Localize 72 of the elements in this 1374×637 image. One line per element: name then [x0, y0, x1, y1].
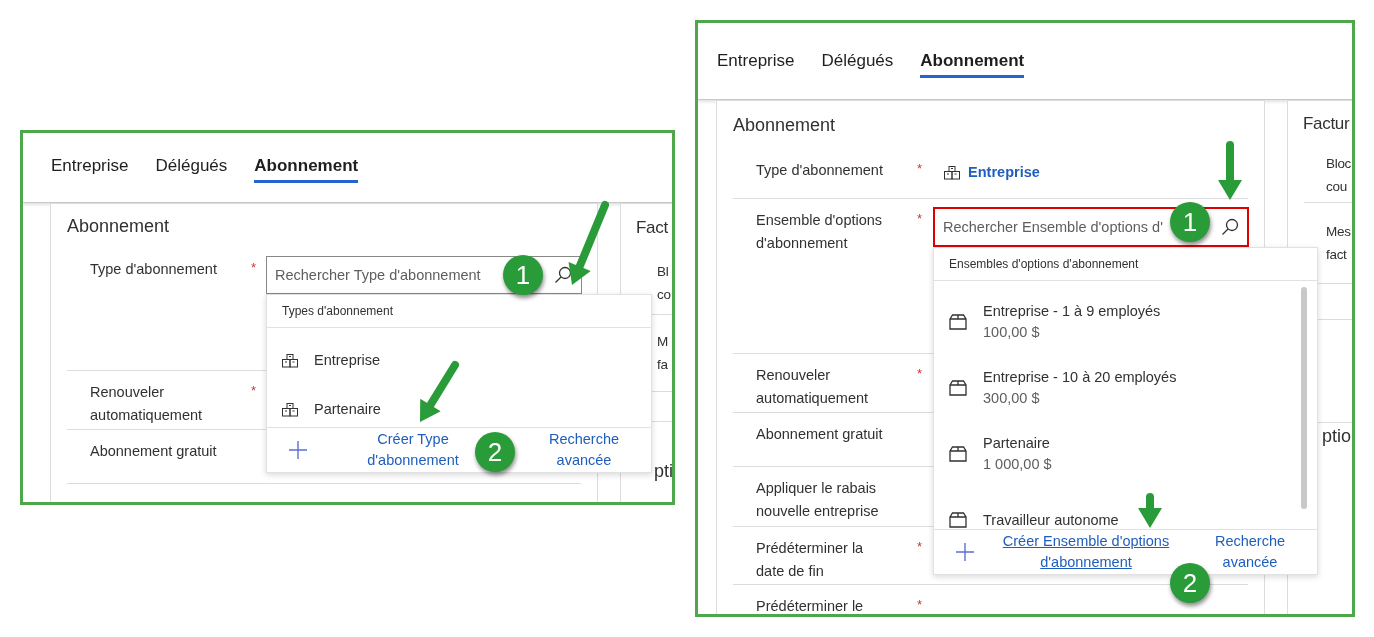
field-label: co	[657, 286, 672, 304]
required-marker: *	[917, 538, 923, 556]
field-label: Abonnement gratuit	[756, 425, 884, 444]
field-label: Appliquer le rabais nouvelle entreprise	[756, 479, 880, 521]
search-icon[interactable]	[1221, 218, 1239, 236]
option-name: Travailleur autonome	[983, 510, 1119, 529]
option-name: Entreprise - 1 à 9 employés	[983, 302, 1161, 321]
required-marker: *	[251, 382, 257, 400]
scrollbar-thumb[interactable]	[1301, 287, 1307, 509]
boxes-icon	[282, 353, 298, 368]
tab[interactable]: Abonnement	[254, 151, 359, 183]
tab[interactable]: Délégués	[155, 151, 228, 183]
boxes-icon	[282, 402, 298, 417]
option-name: Entreprise - 10 à 20 employés	[983, 368, 1177, 387]
option-price: 300,00 $	[983, 389, 1041, 408]
tab[interactable]: Abonnement	[920, 46, 1025, 78]
lookup-option[interactable]: Entreprise - 10 à 20 employés 300,00 $	[934, 355, 1317, 421]
field-label: Renouveler automatiquement	[756, 366, 870, 408]
search-icon[interactable]	[554, 266, 572, 284]
option-name: Partenaire	[314, 400, 381, 419]
required-marker: *	[917, 596, 923, 614]
dropdown-header: Ensembles d'options d'abonnement	[949, 256, 1139, 273]
field-label: Abonnement gratuit	[90, 442, 218, 461]
field-label: Prédéterminer le	[756, 597, 865, 614]
option-price: 100,00 $	[983, 323, 1041, 342]
field-label: Bl	[657, 263, 670, 281]
section-title: Abonnement	[733, 113, 836, 137]
package-icon	[949, 446, 967, 462]
field-label: Mes	[1326, 223, 1352, 241]
tab[interactable]: Entreprise	[717, 46, 795, 78]
field-label: fact	[1326, 246, 1348, 264]
pointer-arrow	[1138, 493, 1162, 528]
field-label: Ensemble d'options d'abonnement	[756, 211, 884, 253]
section-title: Fact	[636, 217, 668, 240]
option-price: 1 000,00 $	[983, 455, 1052, 474]
add-icon[interactable]	[956, 543, 974, 561]
field-label: cou	[1326, 177, 1348, 196]
tab[interactable]: Entreprise	[51, 151, 129, 183]
package-icon	[949, 314, 967, 330]
advanced-search-link[interactable]: Recherche avancée	[539, 429, 629, 471]
section-title: pti	[654, 461, 672, 481]
required-marker: *	[917, 365, 923, 383]
field-label: Prédéterminer la date de fin	[756, 539, 865, 581]
boxes-icon	[944, 165, 961, 180]
lookup-value-link[interactable]: Entreprise	[968, 162, 1040, 184]
lookup-option[interactable]: Entreprise	[267, 336, 651, 385]
package-icon	[949, 512, 967, 528]
field-label: Renouveler automatiquement	[90, 383, 204, 425]
option-name: Partenaire	[983, 434, 1051, 453]
field-label: Bloc	[1326, 154, 1352, 173]
required-marker: *	[251, 259, 257, 277]
field-label: fa	[657, 356, 669, 374]
pointer-arrow	[420, 361, 459, 422]
field-label: Type d'abonnement	[90, 260, 218, 279]
lookup-option[interactable]: Travailleur autonome	[934, 487, 1317, 529]
lookup-option[interactable]: Partenaire	[267, 385, 651, 427]
required-marker: *	[917, 160, 923, 178]
create-link[interactable]: Créer Type d'abonnement	[353, 429, 473, 471]
required-marker: *	[917, 210, 923, 228]
field-label: M	[657, 333, 669, 351]
section-title: Factur	[1303, 113, 1350, 136]
option-name: Entreprise	[314, 351, 381, 370]
section-title: Abonnement	[67, 214, 170, 238]
pointer-arrow	[1218, 141, 1242, 200]
lookup-option[interactable]: Partenaire 1 000,00 $	[934, 421, 1317, 487]
section-title: ptio	[1322, 426, 1352, 446]
package-icon	[949, 380, 967, 396]
dropdown-header: Types d'abonnement	[282, 303, 394, 320]
tab[interactable]: Délégués	[821, 46, 894, 78]
lookup-option[interactable]: Entreprise - 1 à 9 employés 100,00 $	[934, 289, 1317, 355]
add-icon[interactable]	[289, 441, 307, 459]
field-label: Type d'abonnement	[756, 161, 884, 180]
